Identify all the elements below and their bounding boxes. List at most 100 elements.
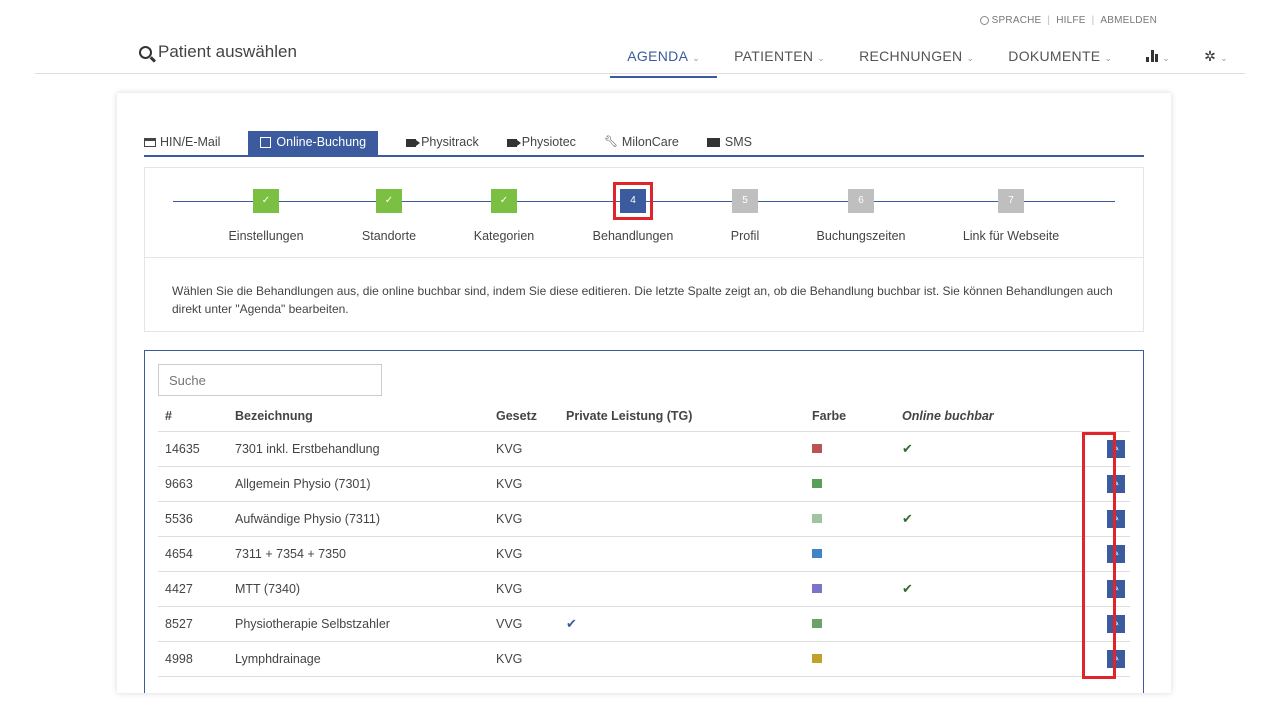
row-online [895, 536, 1080, 572]
row-actions: ✎ [1080, 641, 1130, 677]
card-icon [144, 138, 156, 147]
edit-button[interactable]: ✎ [1107, 649, 1125, 668]
row-private [559, 641, 805, 677]
column-header-law[interactable]: Gesetz [489, 401, 559, 432]
wizard-label-5: Profil [730, 229, 760, 243]
wizard-step-2[interactable]: ✓ [376, 189, 402, 213]
patient-select-label: Patient auswählen [158, 42, 297, 61]
row-color [805, 431, 895, 467]
color-swatch [812, 583, 822, 593]
table-row[interactable]: 9663 Allgemein Physio (7301) KVG ✎ [158, 466, 1130, 502]
nav-settings[interactable]: ✲ ⌄ [1187, 48, 1245, 78]
wizard-label-1: Einstellungen [228, 229, 304, 243]
row-name: Allgemein Physio (7301) [228, 466, 489, 502]
wizard-step-3[interactable]: ✓ [491, 189, 517, 213]
wizard-step-7[interactable]: 7 [998, 189, 1024, 213]
row-color [805, 466, 895, 502]
video-icon [406, 139, 421, 147]
row-color [805, 536, 895, 572]
row-color [805, 606, 895, 642]
patient-select[interactable]: Patient auswählen [139, 42, 297, 62]
tab-miloncare-label: MilonCare [621, 135, 679, 149]
edit-button[interactable]: ✎ [1107, 439, 1125, 458]
treatments-table: # Bezeichnung Gesetz Private Leistung (T… [158, 401, 1130, 677]
tab-sms-label: SMS [724, 135, 752, 149]
tab-hin-email[interactable]: HIN/E-Mail [144, 131, 234, 155]
nav-rechnungen[interactable]: RECHNUNGEN ⌄ [842, 48, 991, 78]
color-swatch [812, 653, 822, 663]
edit-button[interactable]: ✎ [1107, 614, 1125, 633]
wizard-step-1[interactable]: ✓ [253, 189, 279, 213]
row-actions: ✎ [1080, 606, 1130, 642]
search-input[interactable] [158, 364, 382, 396]
gear-icon: ✲ [1204, 48, 1217, 64]
tab-physiotec-label: Physiotec [521, 135, 576, 149]
wizard-label-6: Buchungszeiten [816, 229, 906, 243]
nav-statistics[interactable]: ⌄ [1129, 48, 1187, 78]
wizard-step-5[interactable]: 5 [732, 189, 758, 213]
table-row[interactable]: 14635 7301 inkl. Erstbehandlung KVG ✔ ✎ [158, 431, 1130, 467]
logout-link[interactable]: ABMELDEN [1100, 15, 1157, 26]
column-header-color[interactable]: Farbe [805, 401, 895, 432]
language-link[interactable]: SPRACHE [992, 15, 1042, 26]
wizard-step-6[interactable]: 6 [848, 189, 874, 213]
row-id: 9663 [158, 466, 228, 502]
settings-tabs: HIN/E-Mail Online-Buchung Physitrack Phy… [144, 131, 1144, 157]
nav-dokumente-label: DOKUMENTE [1008, 48, 1101, 64]
bar-chart-icon [1146, 50, 1159, 62]
tab-miloncare[interactable]: 🔧︎ MilonCare [604, 131, 693, 155]
tab-sms[interactable]: SMS [706, 131, 766, 155]
color-swatch [812, 548, 822, 558]
row-color [805, 501, 895, 537]
color-swatch [812, 618, 822, 628]
row-online: ✔ [895, 501, 1080, 537]
info-text: Wählen Sie die Behandlungen aus, die onl… [144, 257, 1144, 332]
row-actions: ✎ [1080, 571, 1130, 607]
row-color [805, 641, 895, 677]
chevron-down-icon: ⌄ [1220, 53, 1228, 63]
edit-button[interactable]: ✎ [1107, 544, 1125, 563]
column-header-online[interactable]: Online buchbar [895, 401, 1080, 432]
row-id: 8527 [158, 606, 228, 642]
row-law: VVG [489, 606, 559, 642]
table-row[interactable]: 8527 Physiotherapie Selbstzahler VVG ✔ ✎ [158, 606, 1130, 642]
nav-dokumente[interactable]: DOKUMENTE ⌄ [991, 48, 1129, 78]
edit-button[interactable]: ✎ [1107, 579, 1125, 598]
row-actions: ✎ [1080, 431, 1130, 467]
nav-agenda[interactable]: AGENDA ⌄ [610, 48, 718, 78]
row-private [559, 501, 805, 537]
row-private [559, 466, 805, 502]
row-private: ✔ [559, 606, 805, 642]
wizard-label-3: Kategorien [473, 229, 535, 243]
row-actions: ✎ [1080, 536, 1130, 572]
help-link[interactable]: HILFE [1056, 15, 1085, 26]
table-header-row: # Bezeichnung Gesetz Private Leistung (T… [158, 401, 1130, 432]
checkmark-icon: ✔ [902, 440, 913, 456]
table-row[interactable]: 4427 MTT (7340) KVG ✔ ✎ [158, 571, 1130, 607]
row-online [895, 606, 1080, 642]
row-name: 7311 + 7354 + 7350 [228, 536, 489, 572]
row-law: KVG [489, 431, 559, 467]
edit-button[interactable]: ✎ [1107, 509, 1125, 528]
edit-button[interactable]: ✎ [1107, 474, 1125, 493]
column-header-private[interactable]: Private Leistung (TG) [559, 401, 805, 432]
row-id: 4998 [158, 641, 228, 677]
row-name: 7301 inkl. Erstbehandlung [228, 431, 489, 467]
search-icon [139, 45, 152, 59]
table-row[interactable]: 5536 Aufwändige Physio (7311) KVG ✔ ✎ [158, 501, 1130, 537]
tab-online-buchung[interactable]: Online-Buchung [248, 131, 379, 155]
checkmark-icon: ✔ [902, 510, 913, 526]
tab-physiotec[interactable]: Physiotec [506, 131, 590, 155]
table-row[interactable]: 4654 7311 + 7354 + 7350 KVG ✎ [158, 536, 1130, 572]
row-color [805, 571, 895, 607]
row-law: KVG [489, 641, 559, 677]
row-online [895, 641, 1080, 677]
nav-patienten[interactable]: PATIENTEN ⌄ [717, 48, 842, 78]
column-header-id[interactable]: # [158, 401, 228, 432]
row-name: Physiotherapie Selbstzahler [228, 606, 489, 642]
color-swatch [812, 513, 822, 523]
wizard-step-4[interactable]: 4 [613, 182, 653, 220]
table-row[interactable]: 4998 Lymphdrainage KVG ✎ [158, 641, 1130, 677]
column-header-name[interactable]: Bezeichnung [228, 401, 489, 432]
tab-physitrack[interactable]: Physitrack [406, 131, 493, 155]
